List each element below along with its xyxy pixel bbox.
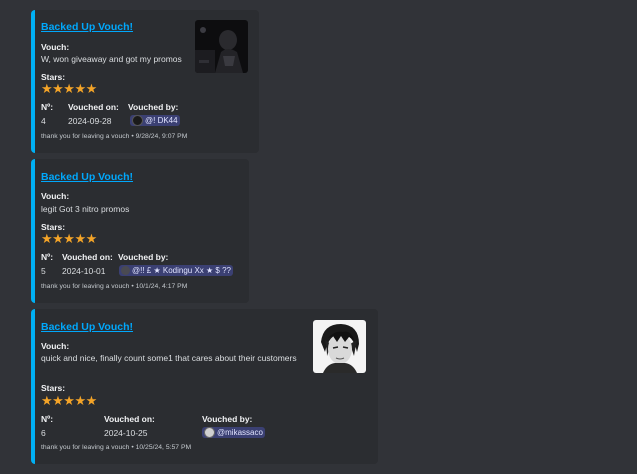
number-label: Nº: xyxy=(41,102,54,112)
thumbnail-image xyxy=(195,20,248,73)
mention-text: @! DK44 xyxy=(145,116,178,125)
footer-text: thank you for leaving a vouch xyxy=(41,133,130,140)
vouch-text: W, won giveaway and got my promos xyxy=(41,54,182,64)
thumbnail-image xyxy=(313,320,366,373)
vouch-title-link[interactable]: Backed Up Vouch! xyxy=(41,171,133,183)
vouch-text: legit Got 3 nitro promos xyxy=(41,204,130,214)
footer-separator: • xyxy=(131,133,134,140)
vouch-title-link[interactable]: Backed Up Vouch! xyxy=(41,21,133,33)
vouched-on-date: 2024-09-28 xyxy=(68,116,112,126)
user-avatar-icon xyxy=(204,427,215,438)
vouched-on-label: Vouched on: xyxy=(68,102,119,112)
footer-separator: • xyxy=(131,283,134,290)
footer-timestamp: 10/25/24, 5:57 PM xyxy=(135,444,192,451)
mention-text: @mikassaco xyxy=(217,428,263,437)
vouched-by-label: Vouched by: xyxy=(128,102,179,112)
vouch-embed: Backed Up Vouch! Vouch: quick and nice, … xyxy=(31,309,378,464)
mention-text: @!! £ ★ Kodingu Xx ★ $ ?? xyxy=(132,266,231,275)
footer-separator: • xyxy=(131,444,134,451)
vouched-on-label: Vouched on: xyxy=(62,252,113,262)
vouch-number: 5 xyxy=(41,266,46,276)
vouched-on-label: Vouched on: xyxy=(104,414,155,424)
number-label: Nº: xyxy=(41,252,54,262)
stars-label: Stars: xyxy=(41,72,66,82)
stars-label: Stars: xyxy=(41,222,66,232)
vouched-on-date: 2024-10-01 xyxy=(62,266,106,276)
vouched-by-label: Vouched by: xyxy=(202,414,253,424)
vouched-by-label: Vouched by: xyxy=(118,252,169,262)
number-label: Nº: xyxy=(41,414,54,424)
footer-timestamp: 9/28/24, 9:07 PM xyxy=(135,133,188,140)
star-rating: ★★★★★ xyxy=(41,82,97,97)
vouch-label: Vouch: xyxy=(41,191,70,201)
vouch-text: quick and nice, finally count some1 that… xyxy=(41,353,297,363)
footer-timestamp: 10/1/24, 4:17 PM xyxy=(135,283,188,290)
user-avatar-icon xyxy=(121,266,130,275)
embed-footer: thank you for leaving a vouch • 9/28/24,… xyxy=(41,133,187,140)
star-rating: ★★★★★ xyxy=(41,394,97,409)
user-mention[interactable]: @!! £ ★ Kodingu Xx ★ $ ?? xyxy=(119,265,233,276)
user-mention[interactable]: @mikassaco xyxy=(202,427,265,438)
vouch-title-link[interactable]: Backed Up Vouch! xyxy=(41,321,133,333)
embed-footer: thank you for leaving a vouch • 10/1/24,… xyxy=(41,283,187,290)
embed-footer: thank you for leaving a vouch • 10/25/24… xyxy=(41,444,191,451)
vouch-thumbnail[interactable] xyxy=(313,320,366,373)
footer-text: thank you for leaving a vouch xyxy=(41,444,130,451)
user-avatar-icon xyxy=(132,115,143,126)
footer-text: thank you for leaving a vouch xyxy=(41,283,130,290)
user-mention[interactable]: @! DK44 xyxy=(130,115,180,126)
vouch-number: 4 xyxy=(41,116,46,126)
vouch-embed: Backed Up Vouch! Vouch: legit Got 3 nitr… xyxy=(31,159,249,303)
vouch-label: Vouch: xyxy=(41,42,70,52)
vouch-label: Vouch: xyxy=(41,341,70,351)
vouch-number: 6 xyxy=(41,428,46,438)
stars-label: Stars: xyxy=(41,383,66,393)
vouched-on-date: 2024-10-25 xyxy=(104,428,148,438)
vouch-embed: Backed Up Vouch! Vouch: W, won giveaway … xyxy=(31,10,259,153)
star-rating: ★★★★★ xyxy=(41,232,97,247)
vouch-thumbnail[interactable] xyxy=(195,20,248,73)
